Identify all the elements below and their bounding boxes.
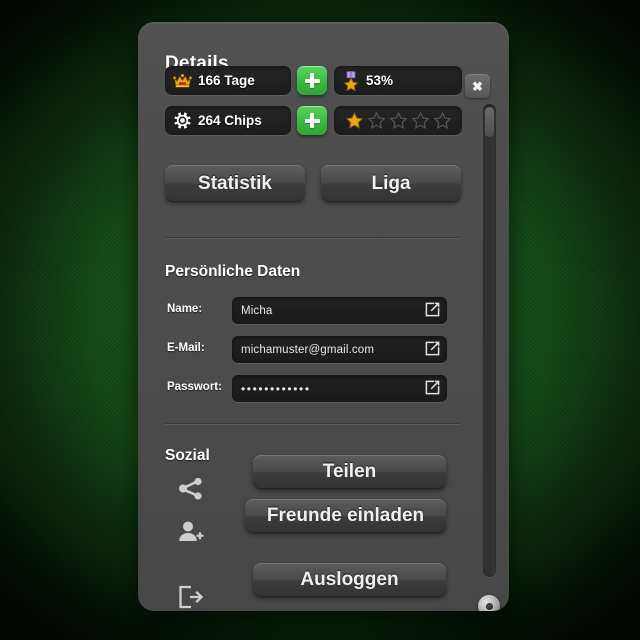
email-field[interactable]: michamuster@gmail.com	[232, 336, 447, 363]
statistik-button[interactable]: Statistik	[165, 165, 305, 202]
edit-icon[interactable]	[425, 380, 440, 398]
edit-icon[interactable]	[425, 302, 440, 320]
name-field[interactable]: Micha	[232, 297, 447, 324]
personal-data-heading: Persönliche Daten	[165, 263, 301, 280]
days-stat-pill: 166 Tage	[165, 66, 291, 95]
star-rating	[334, 106, 462, 135]
share-icon[interactable]	[178, 477, 204, 501]
scrollbar-track[interactable]	[483, 104, 496, 577]
close-button[interactable]: ✖	[465, 74, 490, 98]
details-panel: Details ✖ 166 Tage 264 Chips 53% Statist…	[138, 22, 509, 611]
logout-label: Ausloggen	[300, 569, 399, 590]
statistik-label: Statistik	[198, 172, 272, 194]
invite-friends-button[interactable]: Freunde einladen	[245, 499, 446, 533]
edit-icon[interactable]	[425, 341, 440, 359]
password-value: ••••••••••••	[241, 381, 311, 396]
divider	[165, 237, 460, 239]
panel-content: Details ✖ 166 Tage 264 Chips 53% Statist…	[138, 22, 490, 611]
plus-icon	[304, 73, 320, 88]
medal-icon	[342, 70, 360, 91]
chips-stat-pill: 264 Chips	[165, 106, 291, 135]
resize-knob[interactable]	[478, 595, 500, 611]
liga-button[interactable]: Liga	[321, 165, 461, 202]
add-days-button[interactable]	[297, 66, 327, 95]
invite-label: Freunde einladen	[266, 505, 425, 526]
plus-icon	[304, 113, 320, 128]
logout-icon[interactable]	[178, 585, 204, 609]
share-label: Teilen	[322, 461, 377, 482]
crown-icon	[173, 73, 192, 89]
star-icon	[389, 111, 407, 129]
star-icon	[367, 111, 385, 129]
add-chips-button[interactable]	[297, 106, 327, 135]
star-icon	[433, 111, 451, 129]
social-heading: Sozial	[165, 447, 210, 464]
chips-value: 264 Chips	[198, 113, 262, 128]
share-button[interactable]: Teilen	[253, 455, 446, 489]
password-label: Passwort:	[167, 381, 222, 393]
logout-button[interactable]: Ausloggen	[253, 563, 446, 597]
password-field[interactable]: ••••••••••••	[232, 375, 447, 402]
progress-value: 53%	[366, 73, 394, 88]
star-icon	[411, 111, 429, 129]
name-value: Micha	[241, 304, 273, 317]
name-label: Name:	[167, 303, 203, 315]
liga-label: Liga	[371, 172, 411, 194]
add-person-icon[interactable]	[178, 520, 204, 544]
days-value: 166 Tage	[198, 73, 255, 88]
poker-chip-icon	[173, 111, 192, 130]
scrollbar-thumb[interactable]	[485, 107, 494, 137]
email-label: E-Mail:	[167, 342, 205, 354]
progress-stat-pill: 53%	[334, 66, 462, 95]
close-icon: ✖	[472, 78, 483, 94]
star-icon	[345, 111, 363, 129]
divider	[165, 423, 460, 425]
email-value: michamuster@gmail.com	[241, 343, 375, 356]
